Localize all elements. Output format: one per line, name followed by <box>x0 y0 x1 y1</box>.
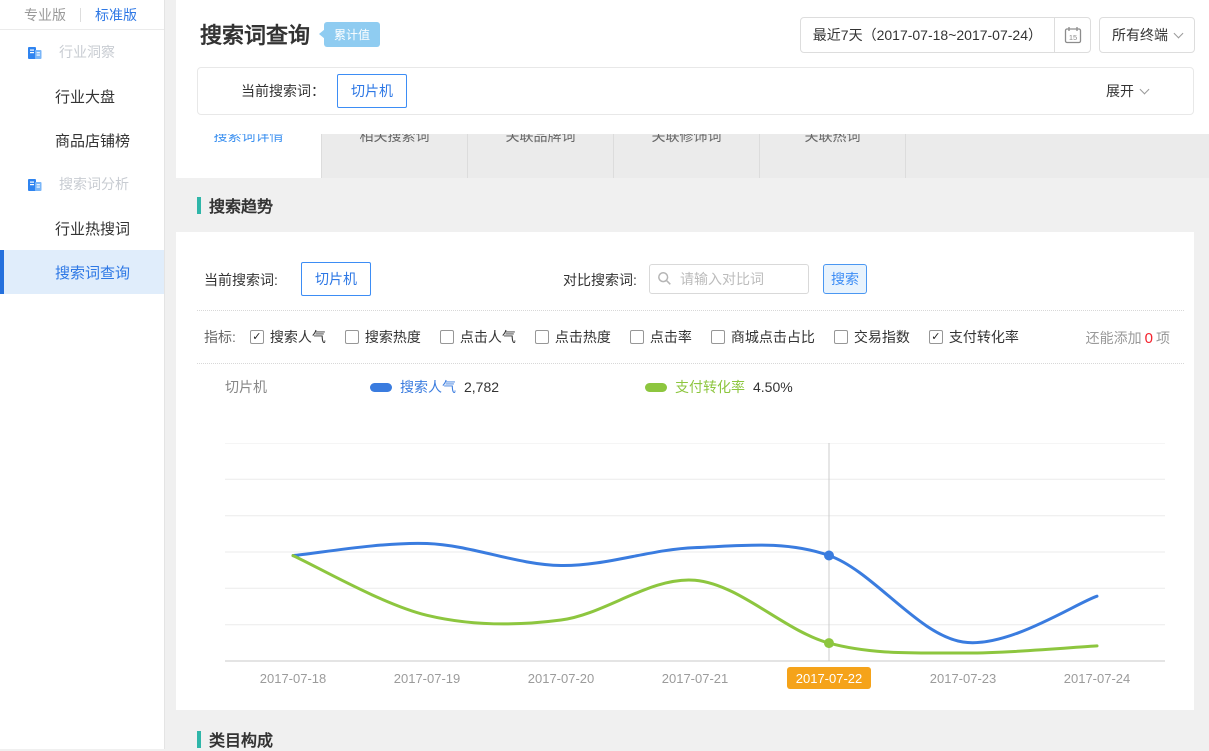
checkbox-icon[interactable] <box>345 330 359 344</box>
legend-entry-payment-conversion: 支付转化率 4.50% <box>645 377 793 397</box>
svg-text:2017-07-24: 2017-07-24 <box>1064 671 1131 686</box>
current-keyword-label: 当前搜索词： <box>241 81 325 101</box>
legend-series-value: 2,782 <box>464 379 499 395</box>
sidebar-item-industry-market[interactable]: 行业大盘 <box>0 74 164 118</box>
compare-keyword-label: 对比搜索词: <box>563 270 637 290</box>
svg-text:2017-07-23: 2017-07-23 <box>930 671 997 686</box>
metric-transaction-index[interactable]: 交易指数 <box>834 327 910 347</box>
current-keyword-button[interactable]: 切片机 <box>337 74 407 108</box>
page-title: 搜索词查询 <box>200 18 310 50</box>
metric-payment-conversion[interactable]: ✓ 支付转化率 <box>929 327 1019 347</box>
detail-tabs: 搜索词详情 相关搜索词 关联品牌词 关联修饰词 关联热词 <box>176 134 1209 178</box>
chevron-down-icon <box>1140 84 1150 94</box>
tab-related-hot-words[interactable]: 关联热词 <box>760 134 906 178</box>
checkbox-icon[interactable]: ✓ <box>929 330 943 344</box>
sidebar-item-product-shop-rank[interactable]: 商品店铺榜 <box>0 118 164 162</box>
current-keyword-button[interactable]: 切片机 <box>301 262 371 296</box>
tab-related-brand-words[interactable]: 关联品牌词 <box>468 134 614 178</box>
legend-series-name: 搜索人气 <box>400 377 456 397</box>
metric-click-heat[interactable]: 点击热度 <box>535 327 611 347</box>
svg-text:2017-07-19: 2017-07-19 <box>394 671 461 686</box>
date-range-picker[interactable]: 最近7天（2017-07-18~2017-07-24） 15 <box>800 17 1091 53</box>
divider <box>197 310 1184 311</box>
tab-related-modifier-words[interactable]: 关联修饰词 <box>614 134 760 178</box>
category-section-title: 类目构成 <box>209 727 273 751</box>
main-area: 搜索词查询 累计值 最近7天（2017-07-18~2017-07-24） 15 <box>165 0 1209 749</box>
keyword-analysis-icon <box>26 176 43 193</box>
metric-click-popularity[interactable]: 点击人气 <box>440 327 516 347</box>
sidebar-item-industry-hot-words[interactable]: 行业热搜词 <box>0 206 164 250</box>
checkbox-icon[interactable] <box>535 330 549 344</box>
chevron-down-icon <box>1174 28 1184 38</box>
checkbox-icon[interactable] <box>440 330 454 344</box>
svg-text:2017-07-21: 2017-07-21 <box>662 671 729 686</box>
tab-standard-version[interactable]: 标准版 <box>95 5 137 25</box>
legend-keyword: 切片机 <box>225 377 267 397</box>
divider <box>80 8 81 22</box>
svg-text:2017-07-18: 2017-07-18 <box>260 671 327 686</box>
legend-series-value: 4.50% <box>753 379 793 395</box>
tab-keyword-detail[interactable]: 搜索词详情 <box>176 134 322 178</box>
metrics-row: 指标: ✓ 搜索人气 搜索热度 点击人气 点击热度 点击率 商城点击占比 <box>204 324 1170 350</box>
legend-series-name: 支付转化率 <box>675 377 745 397</box>
cumulative-badge: 累计值 <box>324 22 380 47</box>
sidebar-version-tabs: 专业版 标准版 <box>0 0 164 30</box>
svg-text:15: 15 <box>1068 33 1076 42</box>
metric-search-heat[interactable]: 搜索热度 <box>345 327 421 347</box>
checkbox-icon[interactable] <box>834 330 848 344</box>
remaining-slots-text: 还能添加0项 <box>1086 328 1170 348</box>
metric-search-popularity[interactable]: ✓ 搜索人气 <box>250 327 326 347</box>
sidebar-group-label: 行业洞察 <box>59 42 115 62</box>
category-section-header: 类目构成 <box>197 727 273 751</box>
terminal-select[interactable]: 所有终端 <box>1099 17 1195 53</box>
checkbox-icon[interactable] <box>630 330 644 344</box>
current-keyword-panel: 当前搜索词： 切片机 展开 <box>197 67 1194 115</box>
badge-pointer-icon <box>319 29 325 39</box>
legend-entry-search-popularity: 搜索人气 2,782 <box>370 377 499 397</box>
sidebar: 专业版 标准版 行业洞察 行业大盘 商品店铺榜 搜索词分析 行业热搜词 搜索词查… <box>0 0 165 749</box>
legend-pill-blue <box>370 383 392 392</box>
search-icon <box>657 271 672 291</box>
page-header: 搜索词查询 累计值 最近7天（2017-07-18~2017-07-24） 15 <box>176 0 1209 134</box>
section-marker <box>197 731 201 748</box>
metric-mall-click-share[interactable]: 商城点击占比 <box>711 327 815 347</box>
tab-related-keywords[interactable]: 相关搜索词 <box>322 134 468 178</box>
search-button[interactable]: 搜索 <box>823 264 867 294</box>
date-range-text: 最近7天（2017-07-18~2017-07-24） <box>801 18 1054 52</box>
trend-chart[interactable]: 2017-07-18 2017-07-19 2017-07-20 2017-07-21… <box>225 443 1165 695</box>
metric-click-rate[interactable]: 点击率 <box>630 327 692 347</box>
industry-insight-icon <box>26 44 43 61</box>
sidebar-group-label: 搜索词分析 <box>59 174 129 194</box>
svg-text:2017-07-20: 2017-07-20 <box>528 671 595 686</box>
section-marker <box>197 197 201 214</box>
trend-section-band: 搜索趋势 <box>176 178 1209 232</box>
trend-panel: 当前搜索词: 切片机 对比搜索词: 搜索 指标: ✓ 搜索人气 搜索热度 <box>176 232 1194 710</box>
remaining-count: 0 <box>1145 330 1153 347</box>
chart-legend: 切片机 搜索人气 2,782 支付转化率 4.50% <box>176 372 1194 398</box>
svg-text:2017-07-22: 2017-07-22 <box>796 671 863 686</box>
checkbox-icon[interactable]: ✓ <box>250 330 264 344</box>
tab-pro-version[interactable]: 专业版 <box>24 5 66 25</box>
sidebar-group-keyword-analysis: 搜索词分析 <box>0 162 164 206</box>
divider <box>197 363 1184 364</box>
sidebar-group-industry-insight: 行业洞察 <box>0 30 164 74</box>
sidebar-item-keyword-query[interactable]: 搜索词查询 <box>0 250 164 294</box>
compare-row: 当前搜索词: 切片机 对比搜索词: 搜索 <box>176 260 1194 298</box>
metrics-label: 指标: <box>204 327 236 347</box>
current-keyword-label: 当前搜索词: <box>204 270 278 290</box>
compare-keyword-input[interactable] <box>649 264 809 294</box>
trend-section-title: 搜索趋势 <box>209 193 273 217</box>
checkbox-icon[interactable] <box>711 330 725 344</box>
calendar-icon[interactable]: 15 <box>1054 18 1090 52</box>
legend-pill-green <box>645 383 667 392</box>
expand-toggle[interactable]: 展开 <box>1106 81 1148 101</box>
